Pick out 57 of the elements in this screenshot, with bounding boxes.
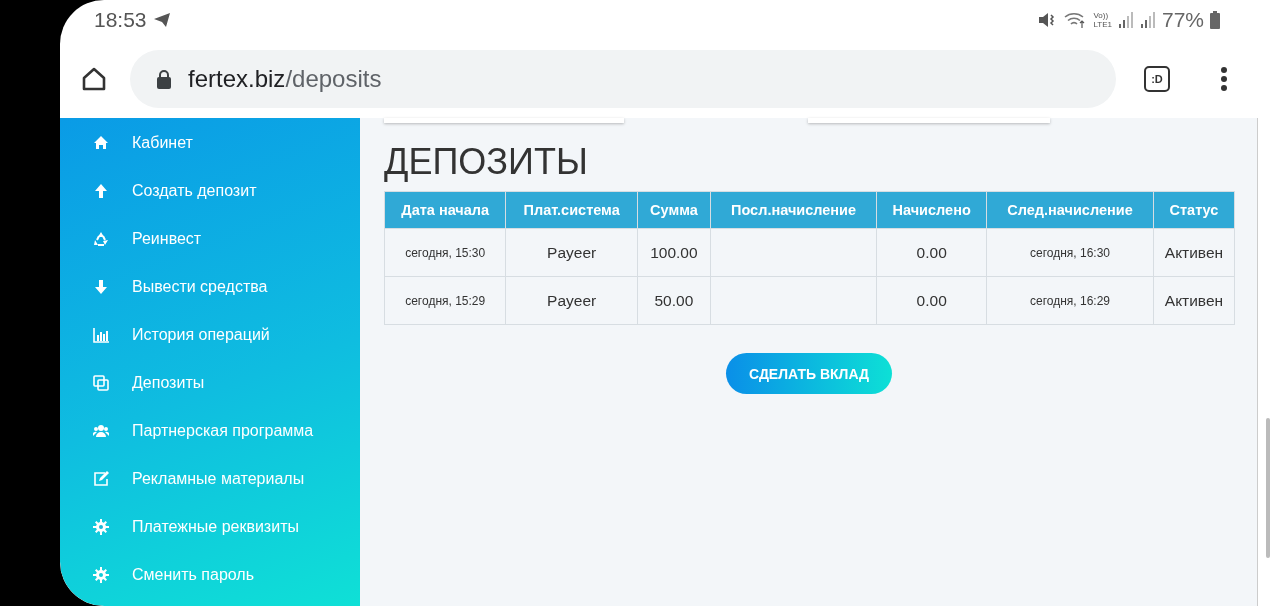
sidebar-item[interactable]: История операций xyxy=(60,311,360,359)
column-header: Сумма xyxy=(637,191,711,229)
table-cell: сегодня, 15:29 xyxy=(384,276,506,325)
table-cell: 50.00 xyxy=(637,276,711,325)
column-header: Начислено xyxy=(876,191,987,229)
copy-icon xyxy=(93,375,109,391)
column-header: Посл.начисление xyxy=(710,191,877,229)
bar-chart-icon xyxy=(93,327,109,343)
url-path: /deposits xyxy=(285,65,382,92)
home-icon xyxy=(93,135,109,151)
signal-icon xyxy=(1117,12,1134,28)
url-host: fertex.biz xyxy=(188,65,286,92)
column-header: Дата начала xyxy=(384,191,506,229)
make-deposit-button[interactable]: СДЕЛАТЬ ВКЛАД xyxy=(726,353,892,394)
recycle-icon xyxy=(93,231,109,247)
network-label: Vo)) xyxy=(1093,11,1110,20)
battery-icon xyxy=(1210,11,1220,29)
table-cell: Payeer xyxy=(505,276,638,325)
table-cell: Активен xyxy=(1153,276,1235,325)
column-header: Статус xyxy=(1153,191,1235,229)
lock-icon xyxy=(156,69,172,89)
battery-percent: 77% xyxy=(1161,8,1204,32)
table-cell: 0.00 xyxy=(876,276,987,325)
table-cell: сегодня, 15:30 xyxy=(384,228,506,277)
table-cell: сегодня, 16:29 xyxy=(986,276,1154,325)
arrow-down-icon xyxy=(93,279,109,295)
sidebar-item[interactable]: Депозиты xyxy=(60,359,360,407)
arrow-up-icon xyxy=(93,183,109,199)
sidebar-item[interactable]: Создать депозит xyxy=(60,167,360,215)
column-header: Плат.система xyxy=(505,191,638,229)
sidebar-item[interactable]: Реинвест xyxy=(60,215,360,263)
sidebar-item[interactable]: Рекламные материалы xyxy=(60,455,360,503)
sidebar-item[interactable]: Вывести средства xyxy=(60,263,360,311)
users-icon xyxy=(93,423,109,439)
page-title: ДЕПОЗИТЫ xyxy=(384,142,589,182)
signal-icon xyxy=(1139,12,1156,28)
tab-switcher-button[interactable]: :D xyxy=(1144,66,1170,92)
table-cell: Payeer xyxy=(505,228,638,277)
edit-icon xyxy=(93,471,109,487)
sidebar-item[interactable]: Кабинет xyxy=(60,119,360,167)
gear-icon xyxy=(93,567,109,583)
clock-time: 18:53 xyxy=(94,8,147,32)
table-cell: сегодня, 16:30 xyxy=(986,228,1154,277)
table-cell: Активен xyxy=(1153,228,1235,277)
column-header: След.начисление xyxy=(986,191,1154,229)
address-bar[interactable]: fertex.biz/deposits xyxy=(130,50,1116,108)
paper-plane-icon xyxy=(152,12,171,28)
sidebar-item[interactable]: Платежные реквизиты xyxy=(60,503,360,551)
gear-icon xyxy=(93,519,109,535)
sidebar-item[interactable]: Партнерская программа xyxy=(60,407,360,455)
network-label: LTE1 xyxy=(1093,20,1112,29)
table-cell: 100.00 xyxy=(637,228,711,277)
more-options-icon[interactable] xyxy=(1220,66,1228,92)
sidebar-item[interactable]: Сменить пароль xyxy=(60,551,360,599)
home-icon[interactable] xyxy=(80,65,108,93)
scrollbar-thumb[interactable] xyxy=(1266,418,1270,558)
table-cell: 0.00 xyxy=(876,228,987,277)
